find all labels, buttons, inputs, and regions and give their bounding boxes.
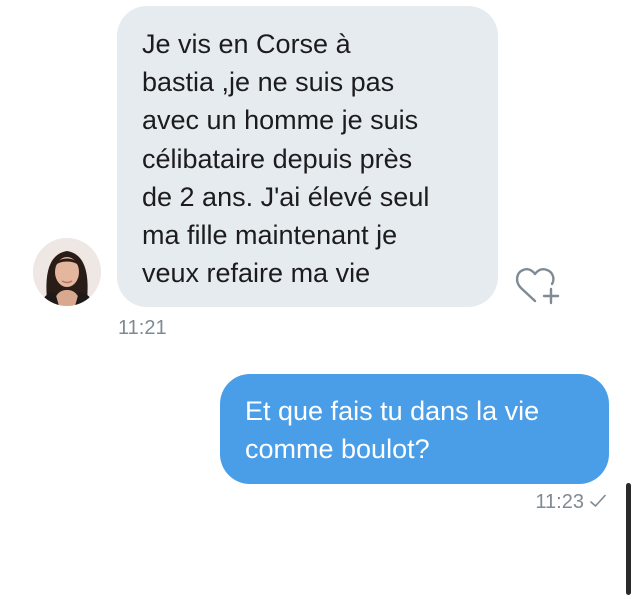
outgoing-meta: 11:23 — [535, 491, 606, 514]
heart-add-icon[interactable] — [513, 262, 565, 308]
avatar-portrait — [33, 238, 101, 306]
incoming-message-bubble[interactable]: Je vis en Corse à bastia ,je ne suis pas… — [117, 6, 498, 307]
incoming-timestamp: 11:21 — [118, 317, 167, 339]
outgoing-message-bubble[interactable]: Et que fais tu dans la vie comme boulot? — [220, 374, 609, 484]
outgoing-timestamp: 11:23 — [535, 491, 584, 513]
conversation-view: Je vis en Corse à bastia ,je ne suis pas… — [0, 0, 640, 599]
contact-avatar[interactable] — [33, 238, 101, 306]
check-icon — [590, 491, 606, 514]
scrollbar[interactable] — [626, 483, 631, 595]
